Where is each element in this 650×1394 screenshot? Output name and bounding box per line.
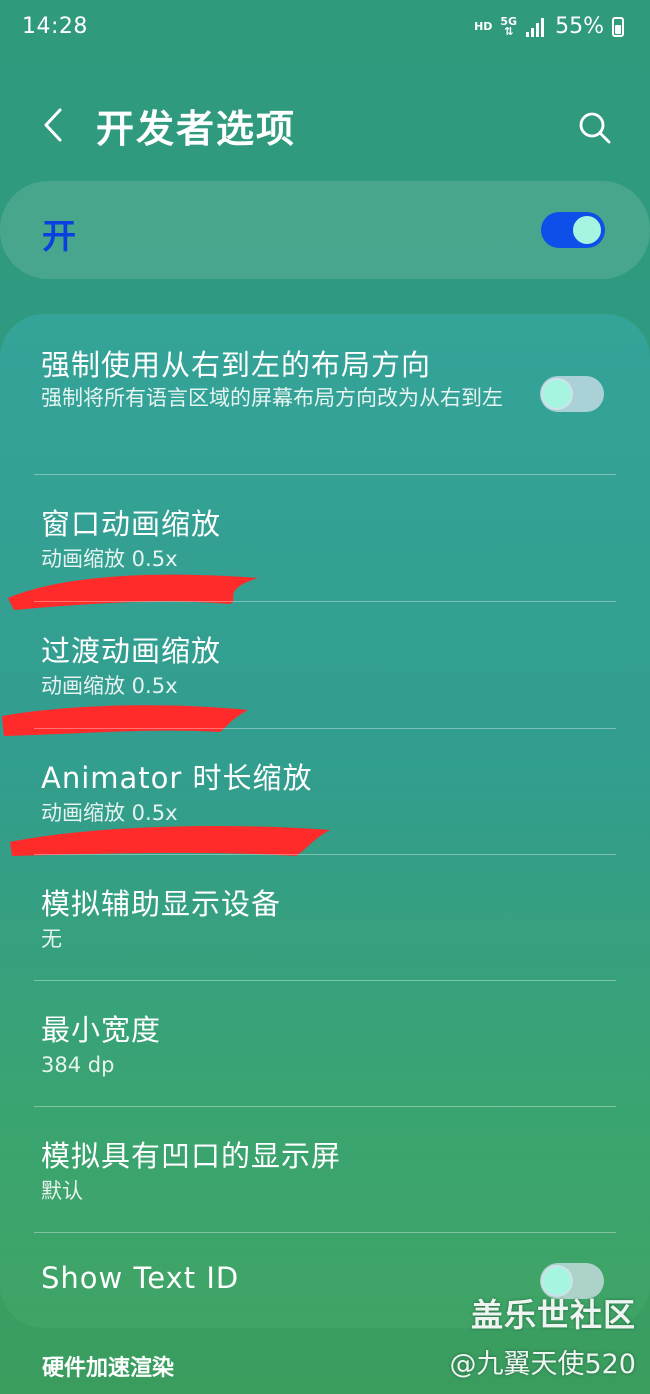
watermark-author: @九翼天使520 xyxy=(449,1349,636,1380)
setting-title: Animator 时长缩放 xyxy=(41,761,313,795)
setting-title: 窗口动画缩放 xyxy=(41,507,222,541)
network-5g-indicator: 5G ⇅ xyxy=(500,16,517,38)
setting-title: Show Text ID xyxy=(41,1261,240,1295)
force-rtl-toggle[interactable] xyxy=(540,376,604,412)
back-button[interactable] xyxy=(30,100,80,150)
setting-simulate-secondary-display[interactable]: 模拟辅助显示设备 无 xyxy=(0,855,650,981)
setting-title: 强制使用从右到左的布局方向 xyxy=(41,348,432,382)
master-switch-label: 开 xyxy=(42,217,76,257)
chevron-left-icon xyxy=(44,108,62,142)
setting-summary: 强制将所有语言区域的屏幕布局方向改为从右到左 xyxy=(41,386,503,410)
setting-title: 过渡动画缩放 xyxy=(41,634,222,668)
setting-title: 最小宽度 xyxy=(41,1013,162,1047)
toggle-knob xyxy=(541,378,573,410)
data-arrows-icon: ⇅ xyxy=(504,24,514,38)
setting-force-rtl[interactable]: 强制使用从右到左的布局方向 强制将所有语言区域的屏幕布局方向改为从右到左 xyxy=(0,314,650,474)
status-bar: 14:28 HD 5G ⇅ 55% xyxy=(0,0,650,56)
status-time: 14:28 xyxy=(22,14,88,39)
app-header: 开发者选项 xyxy=(0,80,650,172)
search-icon xyxy=(579,112,611,144)
page-title: 开发者选项 xyxy=(96,107,297,151)
master-switch-row[interactable]: 开 xyxy=(0,181,650,279)
search-button[interactable] xyxy=(570,104,620,154)
setting-display-cutout[interactable]: 模拟具有凹口的显示屏 默认 xyxy=(0,1107,650,1233)
setting-summary: 默认 xyxy=(41,1179,83,1203)
master-switch-toggle[interactable] xyxy=(541,212,605,248)
hd-indicator: HD xyxy=(474,20,493,33)
battery-percent: 55% xyxy=(555,14,604,39)
setting-title: 模拟辅助显示设备 xyxy=(41,887,282,921)
toggle-knob xyxy=(571,214,603,246)
status-icons: HD 5G ⇅ 55% xyxy=(474,14,624,39)
section-header-hardware-rendering: 硬件加速渲染 xyxy=(42,1356,175,1381)
setting-summary: 384 dp xyxy=(41,1053,115,1077)
signal-icon xyxy=(526,17,545,37)
watermark-community: 盖乐世社区 xyxy=(470,1296,636,1334)
setting-title: 模拟具有凹口的显示屏 xyxy=(41,1139,342,1173)
setting-smallest-width[interactable]: 最小宽度 384 dp xyxy=(0,981,650,1107)
setting-summary: 无 xyxy=(41,927,62,951)
battery-icon xyxy=(612,16,624,37)
